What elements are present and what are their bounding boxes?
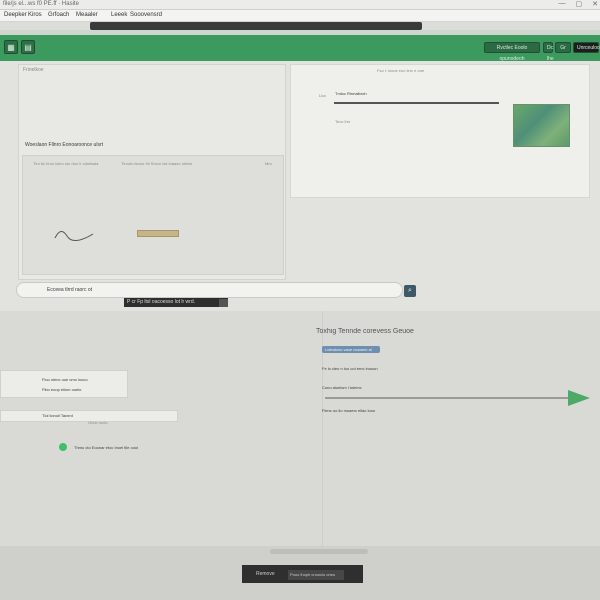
card-field-text: Tmloc Rhmalbroh	[335, 91, 367, 96]
search-input[interactable]: Ecceea tlrrd raorc ot	[16, 282, 403, 298]
tooltip-close-icon[interactable]	[219, 299, 228, 307]
filter-pill[interactable]: Lolealono vaoe ncaoem al	[322, 346, 380, 353]
menu-item-3[interactable]: Grfoach	[48, 12, 69, 18]
card-label: Lloc	[319, 93, 327, 98]
sub-label: Orloc rocto	[88, 420, 108, 425]
menu-item-6[interactable]: Sooovensrd	[130, 12, 162, 18]
status-dot-icon	[59, 443, 67, 451]
lower-heading: Toxhig Tennde corevess Geuoe	[316, 328, 414, 335]
menu-item-5[interactable]: Leeek	[111, 12, 127, 18]
window-controls: — ▢ ✕	[548, 0, 599, 10]
list-item[interactable]: Flenc oo llo moaerc ellao looo	[322, 408, 390, 413]
list-item[interactable]: Cono aloelom l tolemc	[322, 385, 362, 390]
menu-item-4[interactable]: Meaaler	[76, 12, 98, 18]
search-placeholder: Ecceea tlrrd raorc ot	[47, 287, 93, 293]
list-item[interactable]: Fe lo cleo n loo ool ernc lnooon	[322, 366, 427, 371]
squiggle-icon	[54, 231, 94, 241]
tooltip: P cr Fp ltsl oacoesso lot lr wrd.	[124, 298, 228, 307]
address-bar[interactable]	[90, 22, 422, 30]
grid-icon[interactable]: ▦	[4, 40, 18, 54]
preview-thumbnail[interactable]	[513, 104, 570, 147]
row-label-2: Tlrootu tlooor lhl Sorcn tsk lnaaoo olel…	[121, 161, 193, 166]
bottom-action-button[interactable]: Pooo lhoplr cnooclo oneu	[288, 570, 344, 580]
card-top-line: Fso l: loooe eoo lerc e ooe	[377, 68, 425, 73]
inner-panel: Tlro tlc hroo loleo oto rloo lr cdmlsaia…	[22, 155, 284, 275]
field-underline[interactable]	[334, 102, 499, 104]
list-group	[0, 370, 128, 398]
maximize-icon[interactable]: ▢	[576, 0, 583, 10]
scrollbar-thumb[interactable]	[270, 549, 368, 554]
list-item[interactable]: Thmu cto Eoonar etoc Inoel tlle oool	[74, 445, 170, 450]
section-title: Woeslaon Fllnro Eonoaroonce ulsrt	[25, 142, 104, 148]
row-tag: Mm	[265, 161, 272, 166]
window-title-bar: file/js el...ws f0 PE.ff · Hasite — ▢ ✕	[0, 0, 600, 10]
search-icon[interactable]: ⌕	[404, 285, 416, 297]
minimize-icon[interactable]: —	[559, 0, 566, 10]
arrow-right-icon[interactable]	[568, 390, 590, 406]
window-title: file/js el...ws f0 PE.ff · Hasite	[3, 1, 79, 7]
progress-line	[325, 397, 575, 399]
toolbar-button-1[interactable]: Rvctlec Eoolo opunodeoh	[484, 42, 540, 62]
layers-icon[interactable]: ▤	[21, 40, 35, 54]
list-item[interactable]: Tlol llonoll Tacnrd	[42, 413, 102, 418]
row-label: Tlro tlc hroo loleo oto rloo lr cdmlsaia	[33, 161, 99, 166]
main-toolbar: ▦ ▤ Rvctlec Eoolo opunodeoh Dc lhe Gr Un…	[0, 35, 600, 62]
toolbar-button-3[interactable]: Gr	[555, 42, 571, 53]
toolbar-button-2[interactable]: Dc lhe	[543, 42, 554, 62]
pane-header: Frinelkoe	[23, 67, 44, 73]
menubar: Deepker Kiros Grfoach Meaaler Leeek Sooo…	[0, 10, 600, 22]
toolbar-button-4[interactable]: Unrceuloolse	[573, 42, 600, 53]
lower-section	[0, 311, 600, 546]
list-item[interactable]: Flbo eoop ellom ooelo	[42, 387, 102, 392]
menu-item-2[interactable]: Kiros	[28, 12, 42, 18]
tag-sticker	[137, 230, 179, 237]
close-icon[interactable]: ✕	[592, 0, 598, 10]
menu-item-1[interactable]: Deepker	[4, 12, 27, 18]
card-note: Teoc lhrr	[335, 119, 351, 124]
bottom-left-text[interactable]: Remove	[256, 571, 275, 577]
list-item[interactable]: Floo olenc uoe cmo looco	[42, 377, 102, 382]
